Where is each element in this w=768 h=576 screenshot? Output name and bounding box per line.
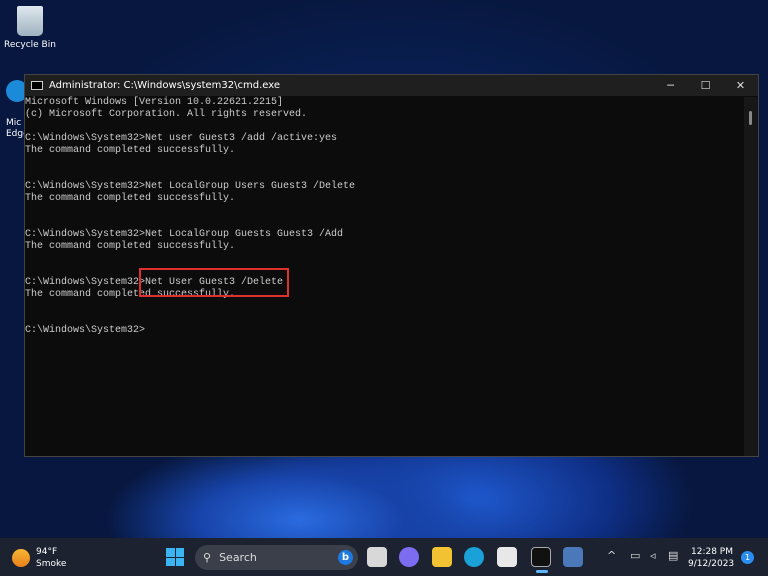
recycle-bin-icon	[17, 6, 43, 36]
notification-badge[interactable]: 1	[741, 551, 754, 564]
edge-icon[interactable]	[464, 547, 484, 567]
console-line: The command completed successfully.	[25, 241, 236, 252]
weather-desc: Smoke	[36, 559, 67, 569]
recycle-bin-shortcut[interactable]: Recycle Bin	[4, 6, 56, 50]
console-line: C:\Windows\System32>Net user Guest3 /add…	[25, 133, 338, 144]
tray-chevron-icon[interactable]: ^	[607, 549, 616, 562]
network-app-icon[interactable]	[563, 547, 583, 567]
console-line: C:\Windows\System32>Net LocalGroup Guest…	[25, 229, 344, 240]
weather-temp: 94°F	[36, 547, 58, 557]
console-output[interactable]: Microsoft Windows [Version 10.0.22621.22…	[25, 97, 744, 456]
console-line: (c) Microsoft Corporation. All rights re…	[25, 109, 308, 120]
cmd-icon	[31, 81, 43, 90]
recycle-bin-label: Recycle Bin	[4, 40, 56, 50]
minimize-button[interactable]: ─	[653, 79, 688, 92]
search-icon: ⚲	[203, 551, 212, 564]
cmd-window: Administrator: C:\Windows\system32\cmd.e…	[24, 74, 759, 457]
display-icon[interactable]: ▭	[630, 549, 640, 562]
scrollbar-thumb[interactable]	[749, 111, 752, 125]
console-line: The command completed successfully.	[25, 193, 236, 204]
store-icon[interactable]	[497, 547, 517, 567]
battery-icon[interactable]: ▤	[668, 549, 678, 562]
close-button[interactable]: ✕	[723, 79, 758, 92]
teams-chat-icon[interactable]	[399, 547, 419, 567]
console-line: C:\Windows\System32>	[25, 325, 146, 336]
title-bar[interactable]: Administrator: C:\Windows\system32\cmd.e…	[25, 75, 758, 96]
weather-smoke-icon	[12, 549, 30, 567]
search-label: Search	[219, 551, 257, 564]
bing-icon[interactable]: b	[338, 550, 353, 565]
console-line: The command completed successfully.	[25, 289, 236, 300]
console-line: The command completed successfully.	[25, 145, 236, 156]
console-line: C:\Windows\System32>Net LocalGroup Users…	[25, 181, 356, 192]
clock[interactable]: 12:28 PM 9/12/2023	[688, 546, 735, 570]
maximize-button[interactable]: ☐	[688, 79, 723, 92]
window-title: Administrator: C:\Windows\system32\cmd.e…	[49, 80, 281, 91]
task-view-icon[interactable]	[367, 547, 387, 567]
weather-widget[interactable]: 94°F Smoke	[12, 546, 66, 570]
date: 9/12/2023	[688, 559, 735, 569]
active-app-indicator	[536, 570, 548, 573]
time: 12:28 PM	[691, 547, 733, 557]
console-line: C:\Windows\System32>Net User Guest3 /Del…	[25, 277, 284, 288]
scrollbar[interactable]	[744, 97, 758, 456]
start-button[interactable]	[166, 548, 184, 566]
volume-muted-icon[interactable]: ◃	[650, 549, 656, 562]
terminal-icon[interactable]	[531, 547, 551, 567]
file-explorer-icon[interactable]	[432, 547, 452, 567]
console-line: Microsoft Windows [Version 10.0.22621.22…	[25, 97, 284, 108]
highlight-box	[139, 268, 289, 297]
search-box[interactable]: ⚲ Search b	[195, 545, 358, 570]
